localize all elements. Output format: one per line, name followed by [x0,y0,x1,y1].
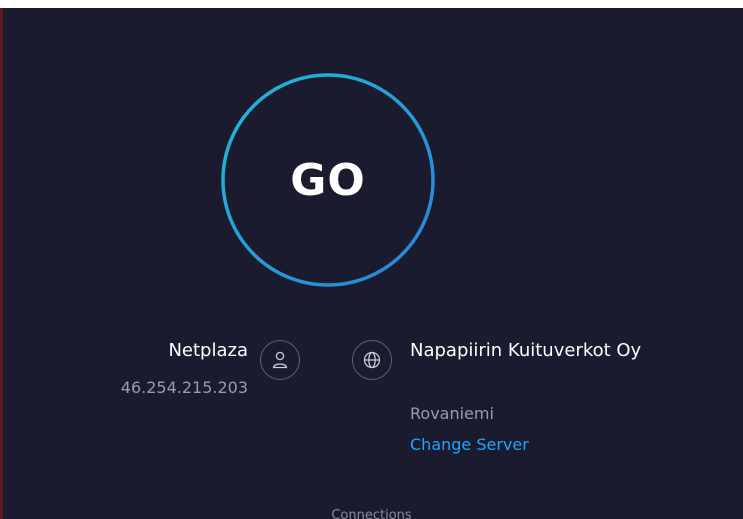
speedtest-panel: GO Netplaza 46.254.215.203 Napapiirin Ku… [0,8,743,519]
go-button[interactable]: GO [221,73,435,287]
go-label: GO [290,154,366,206]
change-server-link[interactable]: Change Server [410,435,529,454]
window-edge [0,8,3,519]
connections-label: Connections [331,508,412,519]
app-window: GO Netplaza 46.254.215.203 Napapiirin Ku… [0,0,743,519]
provider-name: Netplaza [168,340,248,361]
provider-ip: 46.254.215.203 [120,378,248,397]
user-icon [260,340,300,380]
server-location: Rovaniemi [410,404,494,423]
globe-icon [352,340,392,380]
server-name: Napapiirin Kuituverkot Oy [410,340,642,361]
